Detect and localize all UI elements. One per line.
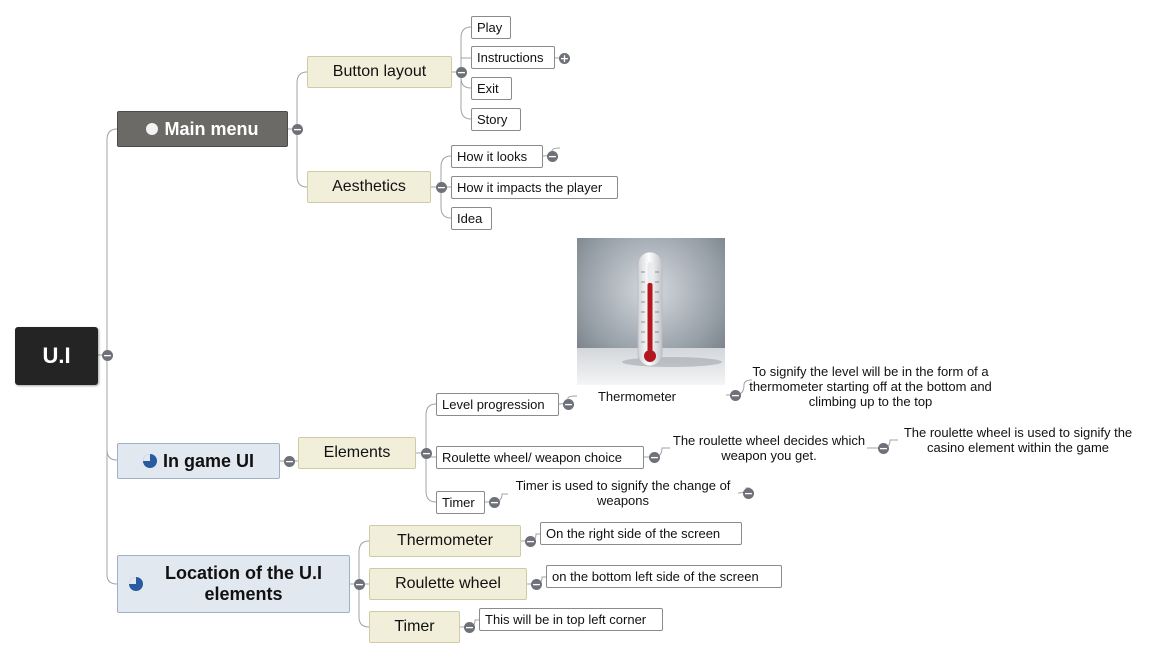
leaf-timer-location[interactable]: This will be in top left corner	[479, 608, 663, 631]
collapse-location-thermometer-icon[interactable]: −	[525, 536, 536, 547]
location-timer-topic[interactable]: Timer	[369, 611, 460, 643]
collapse-roulette-decides-icon[interactable]: −	[878, 443, 889, 454]
collapse-elements-icon[interactable]: −	[421, 448, 432, 459]
note-timer-text: Timer is used to signify the change of w…	[515, 478, 731, 508]
collapse-how-it-looks-icon[interactable]: −	[547, 151, 558, 162]
leaf-idea-label: Idea	[457, 211, 483, 226]
blue-pie-marker-icon	[128, 577, 143, 591]
blue-pie-marker-icon	[142, 454, 157, 468]
leaf-how-it-looks-label: How it looks	[457, 149, 528, 164]
thermometer-image	[577, 238, 725, 385]
collapse-location-timer-icon[interactable]: −	[464, 622, 475, 633]
note-roulette-casino-text: The roulette wheel is used to signify th…	[903, 425, 1133, 455]
collapse-thermometer-icon[interactable]: −	[730, 390, 741, 401]
leaf-level-progression[interactable]: Level progression	[436, 393, 559, 416]
root-topic[interactable]: U.I	[15, 327, 98, 385]
leaf-roulette-location-label: on the bottom left side of the screen	[552, 569, 759, 584]
collapse-in-game-ui-icon[interactable]: −	[284, 456, 295, 467]
collapse-location-roulette-icon[interactable]: −	[531, 579, 542, 590]
location-label: Location of the U.I elements	[165, 563, 322, 604]
leaf-play[interactable]: Play	[471, 16, 511, 39]
button-layout-label: Button layout	[332, 63, 427, 80]
note-roulette-decides-text: The roulette wheel decides which weapon …	[672, 433, 866, 463]
location-topic[interactable]: Location of the U.I elements	[117, 555, 350, 613]
root-topic-label: U.I	[42, 343, 71, 368]
collapse-roulette-weapon-icon[interactable]: −	[649, 452, 660, 463]
thermometer-caption-label: Thermometer	[597, 388, 677, 404]
leaf-thermometer-location[interactable]: On the right side of the screen	[540, 522, 742, 545]
leaf-how-it-looks[interactable]: How it looks	[451, 145, 543, 168]
in-game-ui-topic[interactable]: In game UI	[117, 443, 280, 479]
leaf-how-it-impacts[interactable]: How it impacts the player	[451, 176, 618, 199]
location-thermometer-topic[interactable]: Thermometer	[369, 525, 521, 557]
note-roulette-decides: The roulette wheel decides which weapon …	[668, 433, 870, 465]
collapse-root-icon[interactable]: −	[102, 350, 113, 361]
collapse-timer-icon[interactable]: −	[489, 497, 500, 508]
leaf-roulette-location[interactable]: on the bottom left side of the screen	[546, 565, 782, 588]
thermometer-caption: Thermometer	[587, 388, 687, 404]
location-roulette-label: Roulette wheel	[395, 575, 501, 592]
leaf-exit[interactable]: Exit	[471, 77, 512, 100]
leaf-roulette-weapon-label: Roulette wheel/ weapon choice	[442, 450, 622, 465]
white-dot-icon	[146, 123, 159, 135]
leaf-exit-label: Exit	[477, 81, 499, 96]
leaf-story[interactable]: Story	[471, 108, 521, 131]
leaf-instructions[interactable]: Instructions	[471, 46, 555, 69]
leaf-level-progression-label: Level progression	[442, 397, 545, 412]
leaf-how-it-impacts-label: How it impacts the player	[457, 180, 603, 195]
button-layout-topic[interactable]: Button layout	[307, 56, 452, 88]
leaf-timer-location-label: This will be in top left corner	[485, 612, 647, 627]
collapse-aesthetics-icon[interactable]: −	[436, 182, 447, 193]
location-thermometer-label: Thermometer	[396, 532, 494, 549]
collapse-button-layout-icon[interactable]: −	[456, 67, 467, 78]
leaf-roulette-weapon[interactable]: Roulette wheel/ weapon choice	[436, 446, 644, 469]
leaf-timer-label: Timer	[442, 495, 475, 510]
elements-label: Elements	[323, 444, 391, 461]
leaf-story-label: Story	[477, 112, 508, 127]
location-roulette-topic[interactable]: Roulette wheel	[369, 568, 527, 600]
collapse-level-progression-icon[interactable]: −	[563, 399, 574, 410]
aesthetics-topic[interactable]: Aesthetics	[307, 171, 431, 203]
note-timer: Timer is used to signify the change of w…	[505, 478, 741, 510]
note-level-thermometer-text: To signify the level will be in the form…	[749, 364, 992, 409]
leaf-thermometer-location-label: On the right side of the screen	[546, 526, 721, 541]
note-roulette-casino: The roulette wheel is used to signify th…	[896, 425, 1140, 457]
note-level-thermometer: To signify the level will be in the form…	[748, 364, 993, 410]
expand-instructions-icon[interactable]: +	[559, 53, 570, 64]
leaf-idea[interactable]: Idea	[451, 207, 492, 230]
leaf-instructions-label: Instructions	[477, 50, 544, 65]
leaf-timer[interactable]: Timer	[436, 491, 485, 514]
collapse-location-icon[interactable]: −	[354, 579, 365, 590]
collapse-timer-note-icon[interactable]: −	[743, 488, 754, 499]
elements-topic[interactable]: Elements	[298, 437, 416, 469]
main-menu-label: Main menu	[164, 118, 259, 139]
main-menu-topic[interactable]: Main menu	[117, 111, 288, 147]
aesthetics-label: Aesthetics	[332, 178, 406, 195]
location-timer-label: Timer	[394, 618, 435, 635]
in-game-ui-label: In game UI	[162, 450, 255, 471]
collapse-main-menu-icon[interactable]: −	[292, 124, 303, 135]
leaf-play-label: Play	[477, 20, 503, 35]
